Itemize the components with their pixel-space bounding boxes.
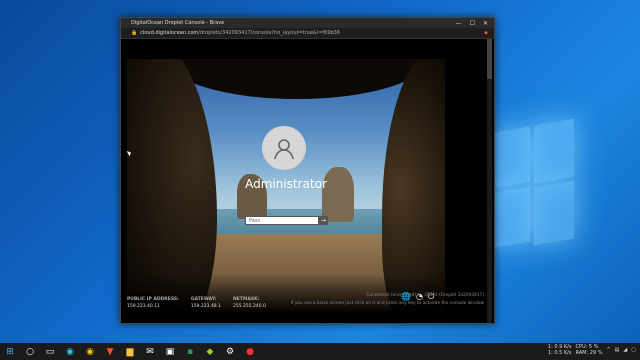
terminal-icon[interactable]: ▣	[163, 345, 177, 359]
netmask-label: NETMASK:	[232, 297, 260, 302]
windows-start-icon[interactable]: ⊞	[3, 345, 17, 359]
notification-icon[interactable]: ▢	[631, 347, 636, 353]
chrome-icon[interactable]: ◉	[83, 345, 97, 359]
scrollbar-thumb[interactable]	[487, 39, 492, 79]
windows-lock-screen[interactable]: Administrator Pass → 🌐 ◔ ⏻	[127, 59, 445, 313]
netmask-value: 255.255.240.0	[232, 304, 266, 309]
record-icon[interactable]: ●	[243, 345, 257, 359]
url-host: cloud.digitalocean.com	[140, 30, 199, 36]
password-input[interactable]: Pass	[245, 216, 319, 225]
rock-right	[322, 167, 354, 222]
search-icon[interactable]: ○	[23, 345, 37, 359]
browser-window: DigitalOcean Droplet Console - Brave — ☐…	[120, 17, 495, 324]
tray-chevron-icon[interactable]: ^	[606, 347, 610, 353]
console-hint: Connected (encrypted) to: QEMU (Droplet …	[291, 292, 484, 308]
hint-message: If you see a black screen just click on …	[290, 301, 484, 306]
settings-icon[interactable]: ⚙	[223, 345, 237, 359]
task-view-icon[interactable]: ▭	[43, 345, 57, 359]
username: Administrator	[245, 177, 327, 191]
address-bar[interactable]: 🔒 cloud.digitalocean.com /droplets/34209…	[121, 28, 494, 39]
minimize-icon[interactable]: —	[456, 20, 462, 27]
file-explorer-icon[interactable]: ▆	[123, 345, 137, 359]
url-path: /droplets/342093417/console?no_layout=tr…	[198, 30, 341, 36]
network-info: PUBLIC IP ADDRESS: 159.223.40.11 GATEWAY…	[127, 297, 266, 309]
brave-icon[interactable]: ▼	[103, 345, 117, 359]
taskbar: ⊞ ○ ▭ ◉ ◉ ▼ ▆ ✉ ▣ ▪ ◆ ⚙ ● 1: 0.9 K/s 1: …	[0, 343, 640, 360]
gateway-value: 159.223.48.1	[190, 304, 221, 309]
user-icon	[274, 139, 294, 160]
lock-icon: 🔒	[131, 30, 138, 36]
browser-titlebar[interactable]: DigitalOcean Droplet Console - Brave — ☐…	[121, 18, 494, 28]
mail-icon[interactable]: ✉	[143, 345, 157, 359]
brave-shield-icon[interactable]: ◆	[484, 30, 488, 36]
net-down: 1: 0.5 K/s	[547, 350, 572, 356]
edge-icon[interactable]: ◉	[63, 345, 77, 359]
public-ip-value: 159.223.40.11	[127, 304, 160, 309]
window-title: DigitalOcean Droplet Console - Brave	[131, 20, 225, 26]
console-area[interactable]: Administrator Pass → 🌐 ◔ ⏻ PUBLIC IP ADD…	[121, 39, 494, 323]
submit-arrow-icon[interactable]: →	[319, 216, 328, 225]
maximize-icon[interactable]: ☐	[470, 20, 475, 27]
network-icon[interactable]: ▤	[615, 347, 620, 353]
scrollbar[interactable]	[487, 39, 492, 323]
app-icon[interactable]: ◆	[203, 345, 217, 359]
ram-usage: RAM: 29 %	[575, 350, 603, 356]
volume-icon[interactable]: ◢	[623, 347, 627, 353]
public-ip-label: PUBLIC IP ADDRESS:	[127, 297, 179, 302]
close-icon[interactable]: ✕	[483, 20, 488, 27]
excel-icon[interactable]: ▪	[183, 345, 197, 359]
connection-status: Connected (encrypted) to: QEMU (Droplet …	[366, 293, 484, 298]
gateway-label: GATEWAY:	[190, 297, 217, 302]
user-avatar	[262, 126, 306, 170]
